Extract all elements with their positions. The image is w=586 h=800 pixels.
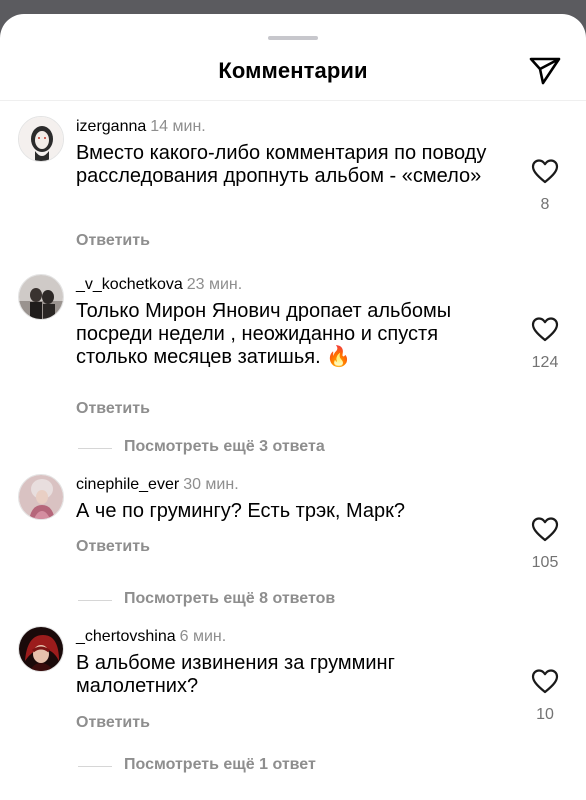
view-more-replies[interactable]: Посмотреть ещё 8 ответов [0,590,586,610]
thread-line [78,448,112,449]
timestamp: 23 мин. [186,276,243,293]
comment-meta: cinephile_ever 30 мин. [76,476,239,494]
username[interactable]: _chertovshina [76,628,176,645]
heart-icon[interactable] [531,158,559,184]
like-count: 124 [531,354,559,371]
thread-line [78,600,112,601]
username[interactable]: izerganna [76,118,146,135]
comment-text: В альбоме извинения за грумминг малолетн… [76,652,395,697]
comment-text: Только Мирон Янович дропает альбомы поср… [76,300,452,368]
timestamp: 14 мин. [150,118,206,135]
heart-icon[interactable] [531,516,559,542]
avatar[interactable] [18,474,64,520]
comments-sheet: Комментарии izerganna 14 мин. Вместо како… [0,14,586,800]
like-count: 105 [531,554,559,571]
view-more-replies-label[interactable]: Посмотреть ещё 3 ответа [124,438,325,456]
timestamp: 30 мин. [183,476,239,493]
view-more-replies-label[interactable]: Посмотреть ещё 8 ответов [124,590,335,608]
heart-icon[interactable] [531,668,559,694]
reply-button[interactable]: Ответить [76,232,150,250]
comment-text: Вместо какого-либо комментария по поводу… [76,142,487,187]
page-title: Комментарии [218,58,368,83]
avatar[interactable] [18,116,64,162]
avatar[interactable] [18,626,64,672]
reply-button[interactable]: Ответить [76,538,150,556]
timestamp: 6 мин. [179,628,227,645]
header-divider [0,100,586,101]
username[interactable]: cinephile_ever [76,476,179,493]
username[interactable]: _v_kochetkova [76,276,183,293]
view-more-replies-label[interactable]: Посмотреть ещё 1 ответ [124,756,316,774]
comment-meta: izerganna 14 мин. [76,118,206,136]
like-count: 8 [540,196,550,213]
comment-text: А че по грумингу? Есть трэк, Марк? [76,500,406,522]
heart-icon[interactable] [531,316,559,342]
view-more-replies[interactable]: Посмотреть ещё 1 ответ [0,756,586,776]
view-more-replies[interactable]: Посмотреть ещё 3 ответа [0,438,586,458]
avatar[interactable] [18,274,64,320]
comment-meta: _chertovshina 6 мин. [76,628,226,646]
thread-line [78,766,112,767]
paper-plane-icon[interactable] [527,52,563,88]
drag-handle[interactable] [268,36,318,40]
reply-button[interactable]: Ответить [76,714,150,732]
comment-meta: _v_kochetkova 23 мин. [76,276,242,294]
like-count: 10 [536,706,554,723]
reply-button[interactable]: Ответить [76,400,150,418]
